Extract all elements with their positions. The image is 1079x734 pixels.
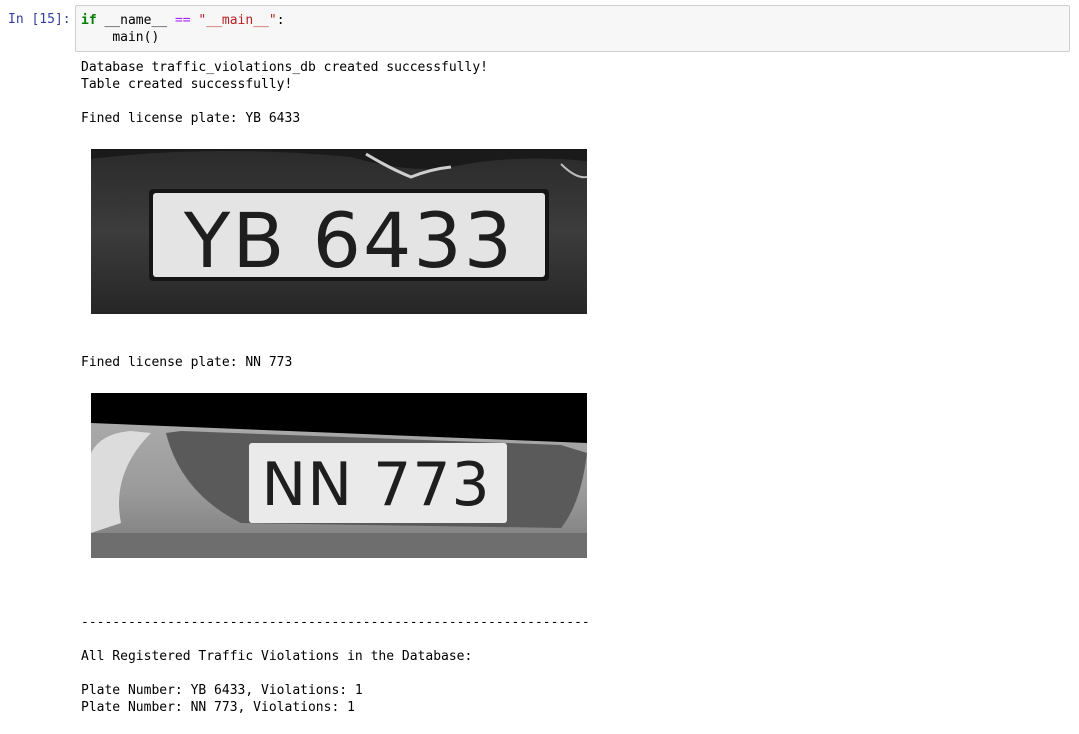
plate-image-yb-6433: YB 6433 — [91, 149, 587, 314]
violation-record: Plate Number: YB 6433, Violations: 1 — [81, 683, 363, 698]
fined-plate-1-message: Fined license plate: YB 6433 — [81, 111, 301, 126]
main-call: main() — [112, 30, 160, 45]
fined-plate-2-message: Fined license plate: NN 773 — [81, 355, 293, 370]
name-variable: __name__ — [104, 13, 168, 28]
equals-operator: == — [174, 13, 191, 28]
plate-2-characters: NN 773 — [261, 450, 490, 520]
keyword-if: if — [81, 13, 97, 28]
cell-prompt: In [15]: — [8, 12, 71, 27]
code-input-cell[interactable]: if __name__ == "__main__": main() — [75, 5, 1070, 52]
code-line-2: main() — [81, 29, 159, 46]
table-created-message: Table created successfully! — [81, 77, 293, 92]
db-created-message: Database traffic_violations_db created s… — [81, 60, 488, 75]
main-string: "__main__" — [198, 13, 277, 28]
code-line-1: if __name__ == "__main__": — [81, 12, 285, 29]
summary-header: All Registered Traffic Violations in the… — [81, 649, 473, 664]
separator-line: ----------------------------------------… — [81, 615, 590, 630]
plate-image-nn-773: NN 773 — [91, 393, 587, 558]
violation-record: Plate Number: NN 773, Violations: 1 — [81, 700, 355, 715]
plate-1-characters: YB 6433 — [183, 196, 514, 285]
colon: : — [276, 13, 285, 28]
